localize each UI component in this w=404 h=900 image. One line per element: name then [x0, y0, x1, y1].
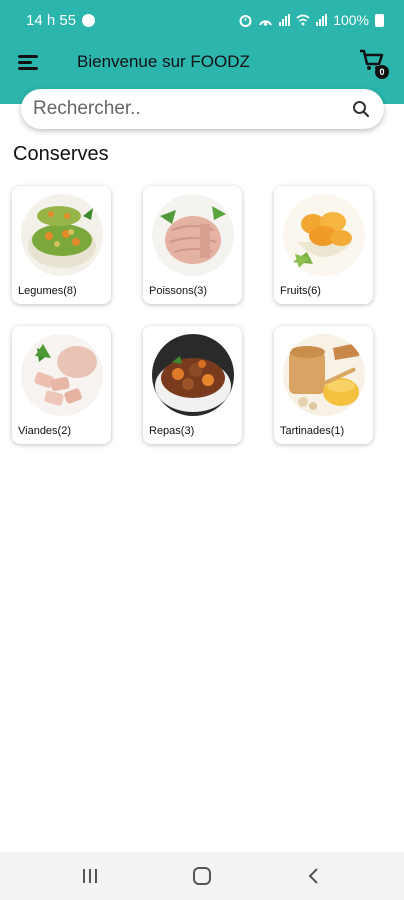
- signal-icon-2: [316, 14, 328, 26]
- app-bar: Bienvenue sur FOODZ 0: [0, 40, 404, 88]
- category-card-legumes[interactable]: Legumes(8): [12, 186, 111, 304]
- category-label: Repas(3): [149, 425, 195, 437]
- category-label: Poissons(3): [149, 285, 208, 297]
- category-label: Viandes(2): [18, 425, 71, 437]
- status-time: 14 h 55: [26, 12, 77, 29]
- search-bar: [21, 89, 384, 129]
- category-grid: Legumes(8) Poissons(3) Fruits(6) Viandes…: [12, 186, 392, 444]
- fruits-image: [283, 194, 365, 276]
- recent-apps-icon: [83, 869, 97, 883]
- app-title: Bienvenue sur FOODZ: [77, 52, 250, 71]
- home-icon: [193, 867, 211, 885]
- repas-image: [152, 334, 234, 416]
- category-label: Fruits(6): [280, 285, 321, 297]
- search-input[interactable]: [33, 89, 343, 129]
- notification-icon: [82, 14, 96, 27]
- alarm-icon: [239, 14, 252, 27]
- battery-percent: 100%: [333, 12, 369, 28]
- cart-count-badge: 0: [375, 65, 389, 79]
- status-left: 14 h 55: [26, 12, 96, 29]
- signal-icon: [279, 14, 291, 26]
- category-card-poissons[interactable]: Poissons(3): [143, 186, 242, 304]
- status-bar: 14 h 55 100%: [0, 0, 404, 40]
- category-label: Legumes(8): [18, 285, 77, 297]
- status-right: 100%: [239, 12, 384, 28]
- battery-icon: [375, 13, 384, 27]
- category-card-repas[interactable]: Repas(3): [143, 326, 242, 444]
- poissons-image: [152, 194, 234, 276]
- hotspot-icon: [259, 19, 273, 26]
- cart-button[interactable]: 0: [358, 47, 389, 79]
- wifi-icon: [296, 14, 310, 26]
- back-icon: [308, 868, 318, 884]
- search-icon[interactable]: [352, 100, 370, 118]
- viandes-image: [21, 334, 103, 416]
- tartinades-image: [283, 334, 365, 416]
- category-label: Tartinades(1): [280, 425, 345, 437]
- home-button[interactable]: [190, 864, 214, 888]
- section-title: Conserves: [13, 143, 109, 165]
- menu-icon[interactable]: [18, 53, 40, 73]
- category-card-tartinades[interactable]: Tartinades(1): [274, 326, 373, 444]
- navigation-bar: [0, 852, 404, 900]
- back-button[interactable]: [302, 864, 326, 888]
- recent-apps-button[interactable]: [78, 864, 102, 888]
- category-card-fruits[interactable]: Fruits(6): [274, 186, 373, 304]
- category-card-viandes[interactable]: Viandes(2): [12, 326, 111, 444]
- legumes-image: [21, 194, 103, 276]
